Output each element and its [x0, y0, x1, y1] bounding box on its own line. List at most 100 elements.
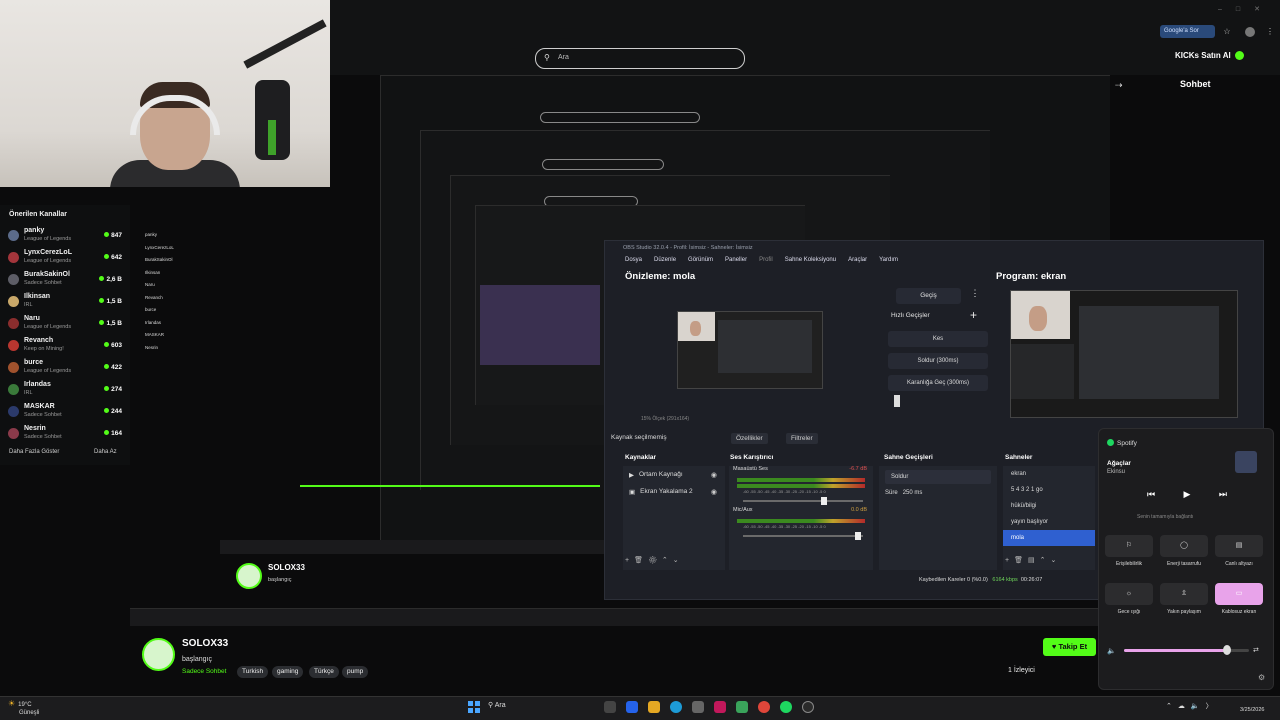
taskbar-search[interactable]: ⚲ Ara — [488, 701, 506, 709]
channel-item[interactable]: burce League of Legends 422 — [8, 356, 122, 378]
obs-icon[interactable] — [802, 701, 814, 713]
channel-item[interactable]: BurakSakinOl Sadece Sohbet 2,6 B — [8, 268, 122, 290]
obs-menu-item[interactable]: Düzenle — [654, 257, 676, 269]
app-icon[interactable] — [714, 701, 726, 713]
task-view-icon[interactable] — [604, 701, 616, 713]
scene-item[interactable]: ekran — [1003, 466, 1095, 482]
add-transition-icon[interactable]: + — [970, 308, 977, 322]
volume-icon[interactable]: 🔈 — [1107, 647, 1116, 655]
channel-item[interactable]: Irlandas IRL 274 — [8, 378, 122, 400]
transition-fade-black[interactable]: Karanlığa Geç (300ms) — [888, 375, 988, 391]
audio-output-icon[interactable]: ⇄ — [1253, 646, 1259, 654]
duration-input[interactable]: 250 ms — [903, 490, 923, 496]
weather-widget[interactable]: ☀ 19°C Güneşli — [8, 700, 39, 717]
google-ask-button[interactable]: Google'a Sor — [1160, 25, 1215, 38]
obs-menu-item[interactable]: Dosya — [625, 257, 642, 269]
sources-dock-title: Kaynaklar — [625, 454, 657, 461]
calculator-icon[interactable] — [692, 701, 704, 713]
quick-tile-battery-saver[interactable]: ◯ — [1160, 535, 1208, 557]
quick-tile-accessibility[interactable]: ⚐ — [1105, 535, 1153, 557]
avatar[interactable] — [1245, 27, 1255, 37]
transition-select[interactable]: Soldur — [885, 470, 991, 484]
stream-category[interactable]: Sadece Sohbet — [182, 668, 226, 675]
channel-name: Irlandas — [24, 381, 51, 388]
visibility-icon[interactable]: ◉ — [711, 471, 717, 479]
quick-tile-cast[interactable]: ▭ — [1215, 583, 1263, 605]
scene-toolbar[interactable]: +🗑▤⌃⌄ — [1005, 556, 1061, 564]
obs-menu-item[interactable]: Sahne Koleksiyonu — [785, 257, 836, 269]
transition-menu-icon[interactable]: ⋮ — [968, 288, 982, 304]
mixer-dock-title: Ses Karıştırıcı — [730, 454, 774, 461]
play-icon[interactable]: ▶ — [629, 471, 634, 479]
album-art — [1235, 451, 1257, 473]
show-less-link[interactable]: Daha Az — [94, 449, 117, 455]
viewer-count-value: 244 — [111, 407, 122, 415]
source-item[interactable]: ▶ Ortam Kaynağı ◉ — [623, 466, 725, 483]
follow-button[interactable]: ♥ Takip Et — [1043, 638, 1096, 656]
spotify-icon[interactable] — [780, 701, 792, 713]
settings-gear-icon[interactable]: ⚙ — [1258, 673, 1265, 682]
windows-start-icon[interactable] — [468, 701, 480, 713]
monitor-icon[interactable]: ▣ — [629, 488, 635, 496]
file-explorer-icon[interactable] — [648, 701, 660, 713]
media-controls: ⏮ ▶ ⏭ — [1147, 489, 1227, 500]
play-icon[interactable]: ▶ — [1184, 489, 1191, 500]
star-icon[interactable]: ☆ — [1222, 27, 1232, 37]
transition-fade[interactable]: Soldur (300ms) — [888, 353, 988, 369]
channel-item[interactable]: MASKAR Sadece Sohbet 244 — [8, 400, 122, 422]
channel-category: IRL — [24, 302, 33, 308]
channel-item[interactable]: Ilkinsan IRL 1,5 B — [8, 290, 122, 312]
visibility-icon[interactable]: ◉ — [711, 488, 717, 496]
channel-item[interactable]: LynxCerezLoL League of Legends 642 — [8, 246, 122, 268]
channel-name: MASKAR — [24, 403, 55, 410]
kick-buy-button[interactable]: KICKs Satın Al — [1175, 51, 1265, 65]
channel-avatar[interactable] — [142, 638, 175, 671]
clock[interactable]: 3/25/2026 — [1240, 700, 1264, 714]
app-icon[interactable] — [736, 701, 748, 713]
transition-button[interactable]: Geçiş — [896, 288, 961, 304]
channel-item[interactable]: Nesrin Sadece Sohbet 164 — [8, 422, 122, 444]
window-controls[interactable]: –□✕ — [1218, 5, 1274, 13]
tag-gaming[interactable]: gaming — [272, 666, 304, 678]
mirror-taskbar-strip — [130, 608, 1240, 626]
chat-collapse-icon[interactable]: ⇢ — [1115, 80, 1123, 91]
obs-menu-item[interactable]: Yardım — [879, 257, 898, 269]
volume-knob[interactable] — [1222, 645, 1231, 655]
volume-slider[interactable] — [743, 497, 863, 505]
transition-cut[interactable]: Kes — [888, 331, 988, 347]
edge-icon[interactable] — [670, 701, 682, 713]
t-bar-handle[interactable] — [894, 395, 900, 407]
scene-item[interactable]: 5 4 3 2 1 go — [1003, 482, 1095, 498]
obs-menu-item[interactable]: Görünüm — [688, 257, 713, 269]
channel-name[interactable]: SOLOX33 — [182, 638, 228, 649]
tag-turkce[interactable]: Türkçe — [309, 666, 339, 678]
show-more-link[interactable]: Daha Fazla Göster — [9, 449, 59, 455]
channel-item[interactable]: Revanch Keep on Mining! 603 — [8, 334, 122, 356]
preview-canvas[interactable] — [677, 311, 823, 389]
filters-button[interactable]: Filtreler — [786, 433, 818, 444]
obs-menu-item[interactable]: Araçlar — [848, 257, 867, 269]
source-item[interactable]: ▣ Ekran Yakalama 2 ◉ — [623, 483, 725, 500]
quick-tile-night-light[interactable]: ☼ — [1105, 583, 1153, 605]
copilot-icon[interactable] — [626, 701, 638, 713]
search-input[interactable]: ⚲ Ara — [535, 48, 745, 69]
scene-item-selected[interactable]: mola — [1003, 530, 1095, 546]
scene-item[interactable]: hükü/bilgi — [1003, 498, 1095, 514]
channel-item[interactable]: panky League of Legends 847 — [8, 224, 122, 246]
next-track-icon[interactable]: ⏭ — [1219, 489, 1227, 500]
properties-button[interactable]: Özellikler — [731, 433, 768, 444]
source-toolbar[interactable]: +🗑⚙⌃⌄ — [625, 556, 684, 564]
quick-tile-nearby-share[interactable]: ⇫ — [1160, 583, 1208, 605]
volume-slider[interactable] — [743, 532, 863, 540]
obs-menu-item[interactable]: Profil — [759, 257, 773, 269]
channel-item[interactable]: Naru League of Legends 1,5 B — [8, 312, 122, 334]
chrome-icon[interactable] — [758, 701, 770, 713]
menu-icon[interactable]: ⋮ — [1265, 27, 1275, 37]
tag-pump[interactable]: pump — [342, 666, 369, 678]
system-tray[interactable]: ⌃☁🔈〉 — [1166, 701, 1219, 711]
tag-turkish[interactable]: Turkish — [237, 666, 269, 678]
quick-tile-live-captions[interactable]: ▤ — [1215, 535, 1263, 557]
obs-menu-item[interactable]: Paneller — [725, 257, 747, 269]
scene-item[interactable]: yayın başlıyor — [1003, 514, 1095, 530]
previous-track-icon[interactable]: ⏮ — [1147, 489, 1155, 500]
